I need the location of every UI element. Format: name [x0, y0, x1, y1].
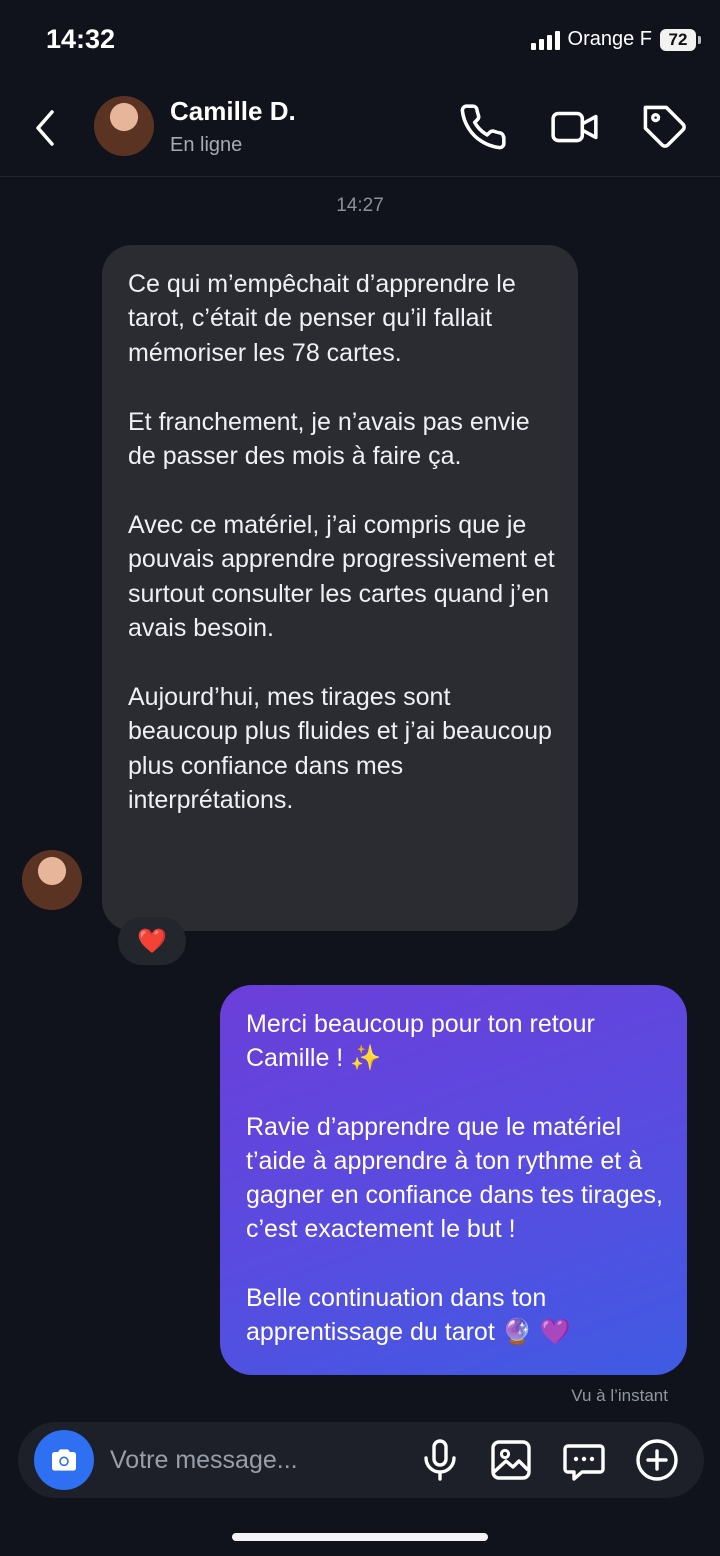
- heart-reaction[interactable]: ❤️: [118, 917, 186, 965]
- sender-avatar[interactable]: [22, 850, 82, 910]
- contact-name[interactable]: Camille D.: [170, 96, 296, 127]
- signal-icon: [530, 30, 560, 50]
- microphone-icon[interactable]: [416, 1436, 464, 1484]
- message-composer: Votre message...: [18, 1422, 704, 1498]
- message-input[interactable]: Votre message...: [110, 1446, 298, 1475]
- reaction-emoji: ❤️: [137, 927, 167, 955]
- outgoing-message-bubble[interactable]: Merci beaucoup pour ton retour Camille !…: [220, 985, 687, 1375]
- battery-level: 72: [668, 29, 688, 49]
- home-indicator[interactable]: [232, 1533, 488, 1541]
- back-chevron-icon[interactable]: [28, 106, 64, 150]
- tag-icon[interactable]: [640, 102, 690, 152]
- plus-circle-icon[interactable]: [633, 1436, 681, 1484]
- seen-status: Vu à l’instant: [571, 1386, 668, 1405]
- battery-icon: 72: [660, 28, 701, 51]
- chat-header: Camille D. En ligne: [0, 80, 720, 177]
- image-icon[interactable]: [487, 1436, 535, 1484]
- status-time: 14:32: [46, 24, 116, 54]
- contact-status: En ligne: [170, 134, 243, 156]
- status-bar-right: Orange F 72: [530, 28, 701, 51]
- incoming-message-text: Ce qui m’empêchait d’apprendre le tarot,…: [128, 270, 555, 815]
- video-camera-icon[interactable]: [550, 102, 600, 152]
- phone-icon[interactable]: [458, 102, 508, 152]
- incoming-message-bubble[interactable]: Ce qui m’empêchait d’apprendre le tarot,…: [102, 245, 578, 931]
- outgoing-message-text: Merci beaucoup pour ton retour Camille !…: [246, 1010, 663, 1346]
- camera-icon[interactable]: [34, 1430, 94, 1490]
- chat-bubble-icon[interactable]: [560, 1436, 608, 1484]
- avatar[interactable]: [94, 96, 154, 156]
- carrier-label: Orange F: [567, 28, 652, 50]
- message-timestamp: 14:27: [336, 195, 384, 216]
